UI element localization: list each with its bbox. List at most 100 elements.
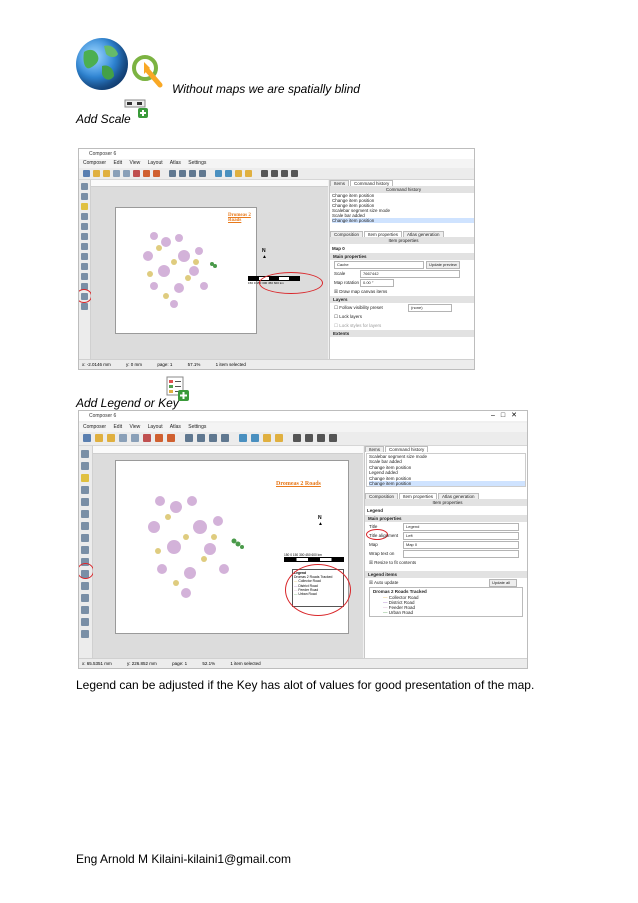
north-arrow-icon[interactable]: N ▲ (262, 248, 267, 260)
lock-icon[interactable] (235, 170, 242, 177)
refresh-icon[interactable] (221, 434, 229, 442)
map-select[interactable]: Map 0 (403, 541, 519, 550)
add-label-icon[interactable] (81, 243, 88, 250)
history-item[interactable]: Change item position (369, 481, 525, 487)
add-shape-icon[interactable] (81, 273, 88, 280)
scalebar-item[interactable]: 150 0 150 300 450 600 km (284, 553, 344, 563)
add-arrow-icon[interactable] (81, 546, 89, 554)
menu-view[interactable]: View (129, 424, 140, 430)
add-map-icon[interactable] (81, 223, 88, 230)
menu-edit[interactable]: Edit (113, 160, 122, 166)
save-icon[interactable] (83, 170, 90, 177)
menu-settings[interactable]: Settings (188, 424, 206, 430)
add-scalebar-icon[interactable] (81, 534, 89, 542)
export-image-icon[interactable] (131, 434, 139, 442)
update-preview-button[interactable]: Update preview (426, 261, 460, 269)
raise-icon[interactable] (317, 434, 325, 442)
window-controls[interactable]: –□✕ (491, 411, 523, 421)
group-icon[interactable] (239, 434, 247, 442)
tab-command-history[interactable]: Command history (385, 446, 429, 452)
folder-icon[interactable] (107, 434, 115, 442)
update-all-button[interactable]: Update all (489, 579, 517, 588)
layout-page[interactable]: Dromeas 2 Roads N ▲ 150 0 150 300 450 600… (115, 207, 300, 334)
add-html-icon[interactable] (81, 594, 89, 602)
map-title-label[interactable]: Dromeas 2 Roads (228, 213, 256, 223)
title-alignment-select[interactable]: Left (403, 532, 519, 541)
north-arrow-icon[interactable]: N ▲ (318, 515, 323, 527)
menu-composer[interactable]: Composer (83, 160, 106, 166)
composer-canvas[interactable]: Dromeas 2 Roads N ▲ 150 0 150 300 450 600… (91, 180, 328, 360)
zoom-full-icon[interactable] (209, 434, 217, 442)
print-icon[interactable] (113, 170, 120, 177)
tab-composition[interactable]: Composition (365, 493, 399, 500)
add-map-icon[interactable] (81, 498, 89, 506)
redo-icon[interactable] (153, 170, 160, 177)
map-item[interactable] (130, 477, 260, 617)
folder-icon[interactable] (103, 170, 110, 177)
add-table-icon[interactable] (81, 582, 89, 590)
export-pdf-icon[interactable] (133, 170, 140, 177)
map-title-label[interactable]: Dromeas 2 Roads (276, 481, 321, 487)
add-node-icon[interactable] (81, 303, 88, 310)
zoom-full-icon[interactable] (189, 170, 196, 177)
title-input[interactable]: Legend (403, 523, 519, 532)
resize-row[interactable]: ☒ Resize to fit contents (365, 558, 527, 567)
status-zoom[interactable]: 52.1% (202, 661, 215, 666)
section-extents[interactable]: Extents (330, 330, 474, 337)
save-icon[interactable] (83, 434, 91, 442)
zoom-out-icon[interactable] (179, 170, 186, 177)
menu-composer[interactable]: Composer (83, 424, 106, 430)
section-legend-items[interactable]: Legend items (365, 571, 527, 579)
move-content-icon[interactable] (81, 213, 88, 220)
select-icon[interactable] (81, 474, 89, 482)
auto-update-label[interactable]: Auto update (374, 580, 398, 585)
section-layers[interactable]: Layers (330, 296, 474, 303)
lock-styles-row[interactable]: ☐ Lock styles for layers (330, 321, 474, 330)
section-main-properties[interactable]: Main properties (365, 515, 527, 523)
print-icon[interactable] (119, 434, 127, 442)
unlock-icon[interactable] (275, 434, 283, 442)
align-icon[interactable] (261, 170, 268, 177)
tab-items[interactable]: Items (330, 180, 350, 186)
menu-view[interactable]: View (129, 160, 140, 166)
ungroup-icon[interactable] (251, 434, 259, 442)
align-icon[interactable] (293, 434, 301, 442)
select-icon[interactable] (81, 203, 88, 210)
history-item[interactable]: Change item position (332, 218, 474, 223)
add-legend-icon[interactable] (81, 253, 88, 260)
preset-select[interactable]: (none) (408, 304, 452, 312)
add-polygon-icon[interactable] (81, 630, 89, 638)
export-pdf-icon[interactable] (143, 434, 151, 442)
ungroup-icon[interactable] (225, 170, 232, 177)
open-icon[interactable] (93, 170, 100, 177)
map-item[interactable] (124, 216, 234, 321)
tab-items[interactable]: Items (365, 446, 385, 452)
lock-icon[interactable] (263, 434, 271, 442)
undo-icon[interactable] (143, 170, 150, 177)
add-label-icon[interactable] (81, 522, 89, 530)
group-icon[interactable] (215, 170, 222, 177)
pan-icon[interactable] (81, 450, 89, 458)
lower-icon[interactable] (329, 434, 337, 442)
distribute-icon[interactable] (271, 170, 278, 177)
add-node-icon[interactable] (81, 606, 89, 614)
lower-icon[interactable] (291, 170, 298, 177)
menu-layout[interactable]: Layout (148, 424, 163, 430)
zoom-icon[interactable] (81, 462, 89, 470)
section-main-properties[interactable]: Main properties (330, 253, 474, 260)
scale-input[interactable]: 7667442 (360, 270, 460, 278)
status-zoom[interactable]: 57.1% (188, 362, 201, 367)
legend-tree-item[interactable]: — Urban Road (373, 610, 519, 615)
cache-select[interactable]: Cache (334, 261, 424, 269)
menu-atlas[interactable]: Atlas (170, 160, 181, 166)
refresh-icon[interactable] (199, 170, 206, 177)
follow-preset-label[interactable]: Follow visibility preset (339, 305, 383, 310)
draw-canvas-row[interactable]: ☒ Draw map canvas items (330, 287, 474, 296)
add-polyline-icon[interactable] (81, 618, 89, 626)
undo-icon[interactable] (155, 434, 163, 442)
add-image-icon[interactable] (81, 510, 89, 518)
composer-canvas[interactable]: Dromeas 2 Roads N ▲ 150 0 150 300 450 600… (93, 446, 363, 658)
menu-atlas[interactable]: Atlas (170, 424, 181, 430)
add-arrow-icon[interactable] (81, 263, 88, 270)
tab-composition[interactable]: Composition (330, 231, 364, 237)
